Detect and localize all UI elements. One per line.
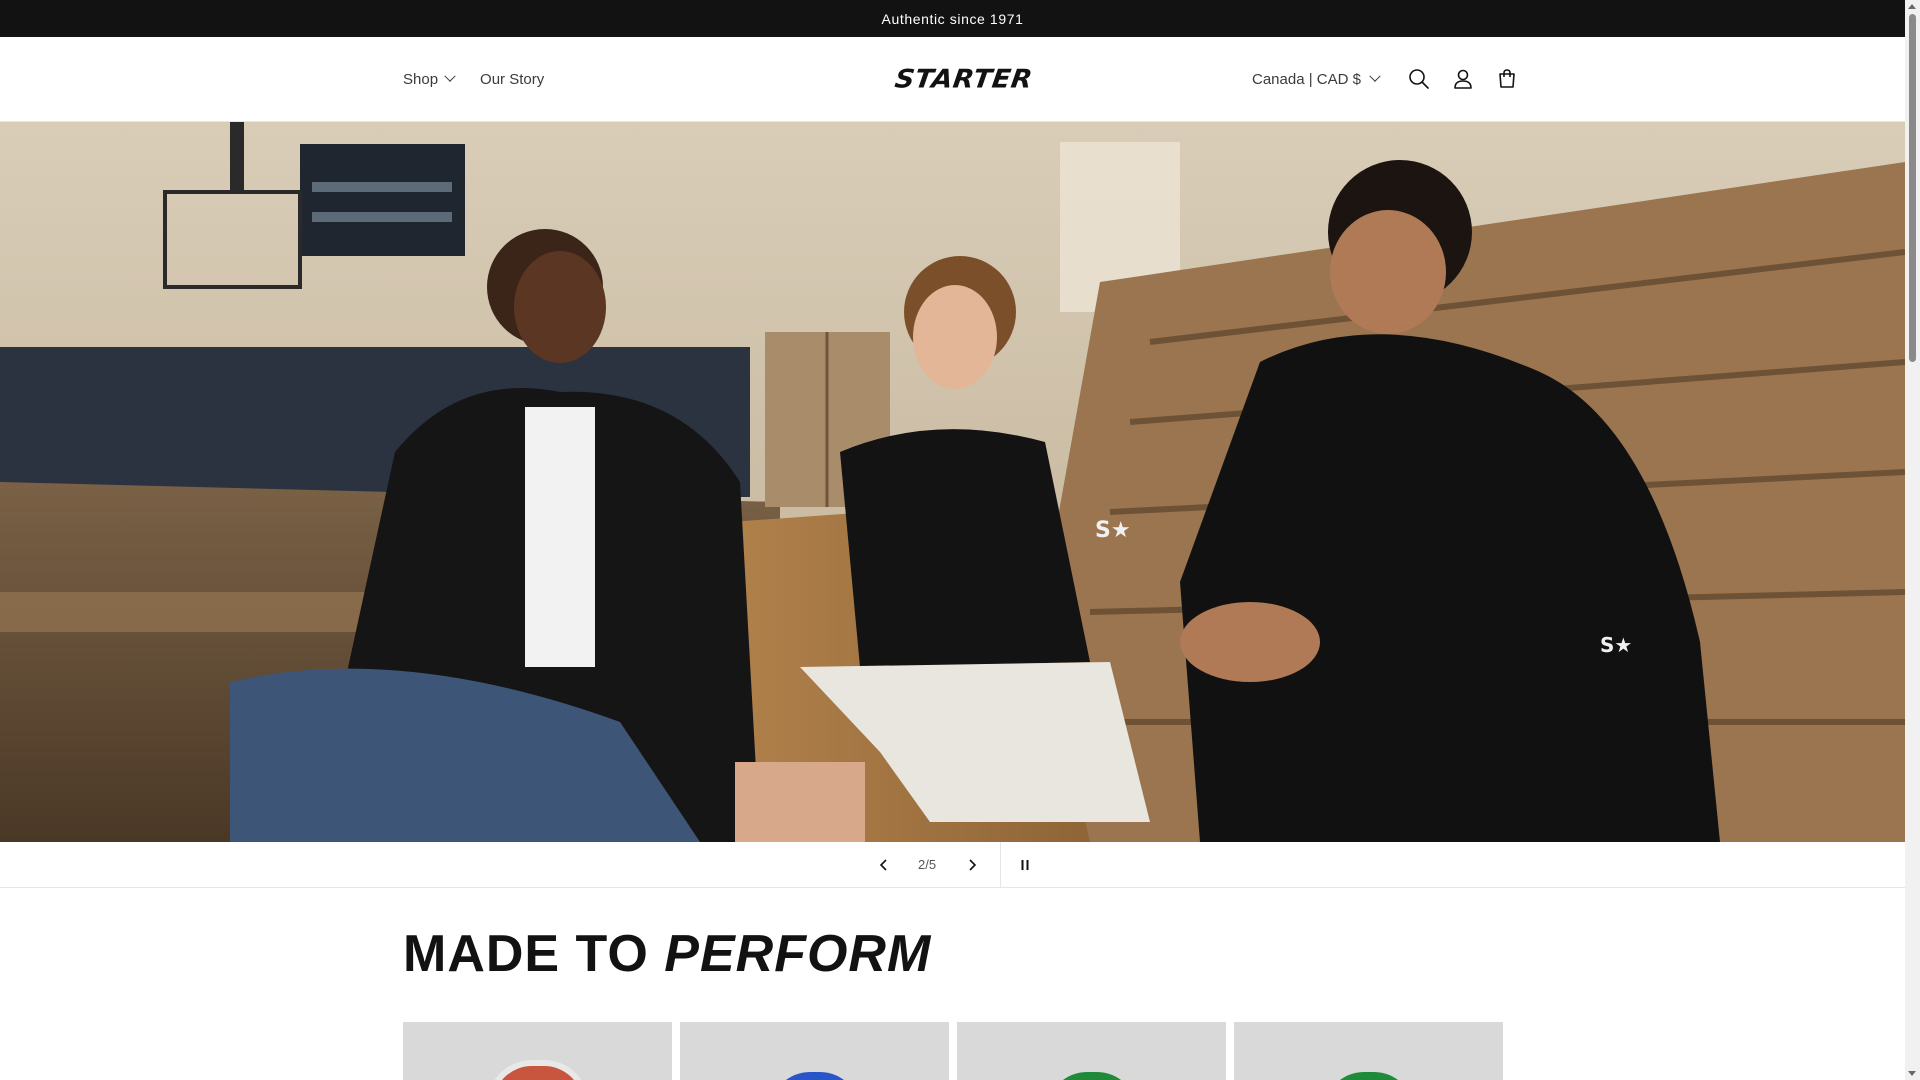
chevron-down-icon <box>1369 70 1381 82</box>
product-card[interactable] <box>957 1022 1226 1080</box>
account-button[interactable] <box>1441 57 1485 101</box>
search-icon <box>1409 69 1429 89</box>
site-header: Shop Our Story STARTER Canada | CAD $ <box>0 37 1905 122</box>
section-heading-italic: PERFORM <box>664 925 932 983</box>
product-card[interactable] <box>680 1022 949 1080</box>
page: Authentic since 1971 Shop Our Story STAR… <box>0 0 1905 1080</box>
section-heading-plain: MADE TO <box>403 925 649 983</box>
slide-pause-button[interactable] <box>1003 842 1047 887</box>
controls-divider <box>1000 842 1001 887</box>
product-thumbnail <box>486 1060 589 1080</box>
chevron-left-icon <box>879 858 887 871</box>
product-thumbnail <box>1323 1072 1414 1080</box>
svg-text:S★: S★ <box>1600 633 1632 657</box>
slide-current: 2 <box>917 857 926 872</box>
nav-our-story[interactable]: Our Story <box>480 71 544 88</box>
slideshow-controls: 2/5 <box>0 842 1905 888</box>
brand-logo[interactable]: STARTER <box>892 59 1035 99</box>
product-card[interactable] <box>1234 1022 1503 1080</box>
nav-shop[interactable]: Shop <box>403 70 456 88</box>
chevron-down-icon <box>444 70 456 82</box>
brand-logo-text: STARTER <box>892 64 1035 94</box>
chevron-right-icon <box>969 858 977 871</box>
hero-slide-image: S★ S★ <box>0 122 1905 842</box>
account-icon <box>1454 69 1472 89</box>
country-selector-label: Canada | CAD $ <box>1252 70 1361 88</box>
cart-button[interactable] <box>1485 57 1529 101</box>
slide-counter: 2/5 <box>905 842 949 887</box>
product-card[interactable] <box>403 1022 672 1080</box>
slide-next-button[interactable] <box>950 842 994 887</box>
scroll-up-arrow-icon[interactable] <box>1908 4 1916 9</box>
nav-our-story-label: Our Story <box>480 70 545 88</box>
announcement-text: Authentic since 1971 <box>881 10 1024 27</box>
slide-total: 5 <box>928 857 937 872</box>
hero-illustration: S★ S★ <box>0 122 1905 842</box>
pause-icon <box>1021 859 1029 870</box>
slide-prev-button[interactable] <box>862 842 906 887</box>
page-scrollbar[interactable] <box>1905 0 1920 1080</box>
header-actions: Canada | CAD $ <box>1252 37 1529 121</box>
scroll-down-arrow-icon[interactable] <box>1908 1071 1916 1076</box>
search-button[interactable] <box>1397 57 1441 101</box>
product-thumbnail <box>769 1072 860 1080</box>
announcement-bar: Authentic since 1971 <box>0 0 1905 37</box>
country-selector[interactable]: Canada | CAD $ <box>1252 70 1381 88</box>
nav-shop-label: Shop <box>403 70 439 88</box>
cart-icon <box>1499 69 1515 88</box>
primary-nav: Shop Our Story <box>403 37 544 121</box>
svg-text:S★: S★ <box>1095 518 1131 543</box>
section-heading: MADE TO PERFORM <box>403 924 931 984</box>
product-thumbnail <box>1046 1072 1137 1080</box>
product-grid <box>403 1022 1503 1080</box>
scrollbar-thumb[interactable] <box>1909 14 1916 362</box>
